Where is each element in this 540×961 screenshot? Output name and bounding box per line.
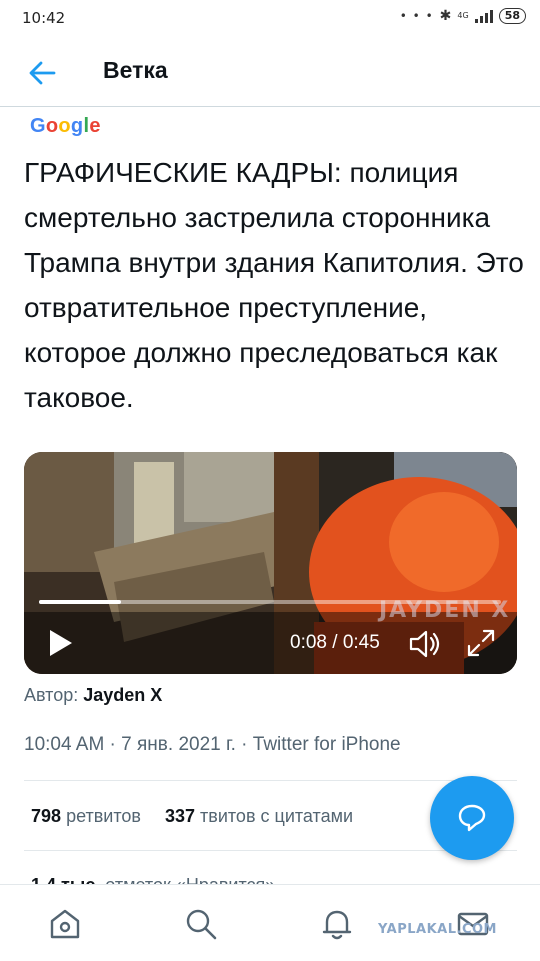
network-type: 4G	[457, 11, 469, 20]
likes-label: отметок «Нравится»	[105, 875, 275, 884]
tweet-time: 10:04 AM	[24, 734, 105, 755]
page-title: Ветка	[103, 57, 168, 83]
divider	[24, 780, 517, 781]
quotes-count: 337	[164, 806, 196, 826]
likes-count: 1,4 тыс.	[31, 875, 100, 884]
google-logo: Google	[30, 115, 101, 137]
tweet-date: 7 янв. 2021 г.	[121, 734, 236, 755]
reply-bubble-icon	[458, 804, 486, 832]
video-time: 0:08 / 0:45	[290, 632, 380, 653]
notification-dots: • • •	[399, 9, 434, 23]
search-icon[interactable]	[184, 907, 218, 941]
tweet-meta: 10:04 AM · 7 янв. 2021 г. · Twitter for …	[24, 734, 401, 756]
tweet-text: ГРАФИЧЕСКИЕ КАДРЫ: полиция смертельно за…	[24, 157, 524, 413]
attribution-label: Автор:	[24, 685, 79, 705]
attribution-author-link[interactable]: Jayden X	[83, 685, 162, 705]
battery-icon: 58	[498, 8, 526, 24]
play-icon[interactable]	[48, 628, 74, 658]
meta-separator: ·	[104, 734, 122, 755]
status-icons: • • • ✱ 4G 58	[400, 8, 526, 24]
video-progress-fill	[39, 600, 122, 604]
divider	[24, 850, 517, 851]
quotes-stat[interactable]: 337 твитов с цитатами	[165, 806, 353, 826]
back-arrow-icon[interactable]	[28, 60, 56, 86]
video-player[interactable]: JAYDEN X 0:08 / 0:45	[24, 452, 517, 674]
video-frame	[24, 452, 517, 674]
notifications-icon[interactable]	[320, 907, 354, 941]
retweets-label: ретвитов	[66, 806, 141, 826]
app-header: Ветка	[0, 40, 540, 107]
likes-stat[interactable]: 1,4 тыс. отметок «Нравится»	[31, 874, 275, 884]
retweets-count: 798	[31, 806, 62, 826]
retweets-stat[interactable]: 798 ретвитов	[31, 806, 141, 826]
tweet-stats: 798 ретвитов 337 твитов с цитатами	[31, 806, 353, 827]
home-icon[interactable]	[48, 907, 82, 941]
fullscreen-icon[interactable]	[466, 628, 496, 658]
volume-icon[interactable]	[408, 628, 442, 660]
status-bar: 10:42 • • • ✱ 4G 58	[0, 0, 540, 36]
reply-fab-button[interactable]	[430, 776, 514, 860]
video-attribution: Автор: Jayden X	[24, 685, 162, 706]
quotes-label: твитов с цитатами	[200, 806, 354, 826]
video-progress-bar[interactable]	[39, 600, 501, 604]
bluetooth-icon: ✱	[439, 8, 452, 24]
signal-icon	[474, 9, 493, 23]
meta-separator: ·	[235, 734, 253, 755]
status-time: 10:42	[22, 9, 66, 27]
site-watermark: YAPLAKAL.COM	[378, 922, 497, 937]
tweet-source-link[interactable]: Twitter for iPhone	[253, 734, 401, 755]
